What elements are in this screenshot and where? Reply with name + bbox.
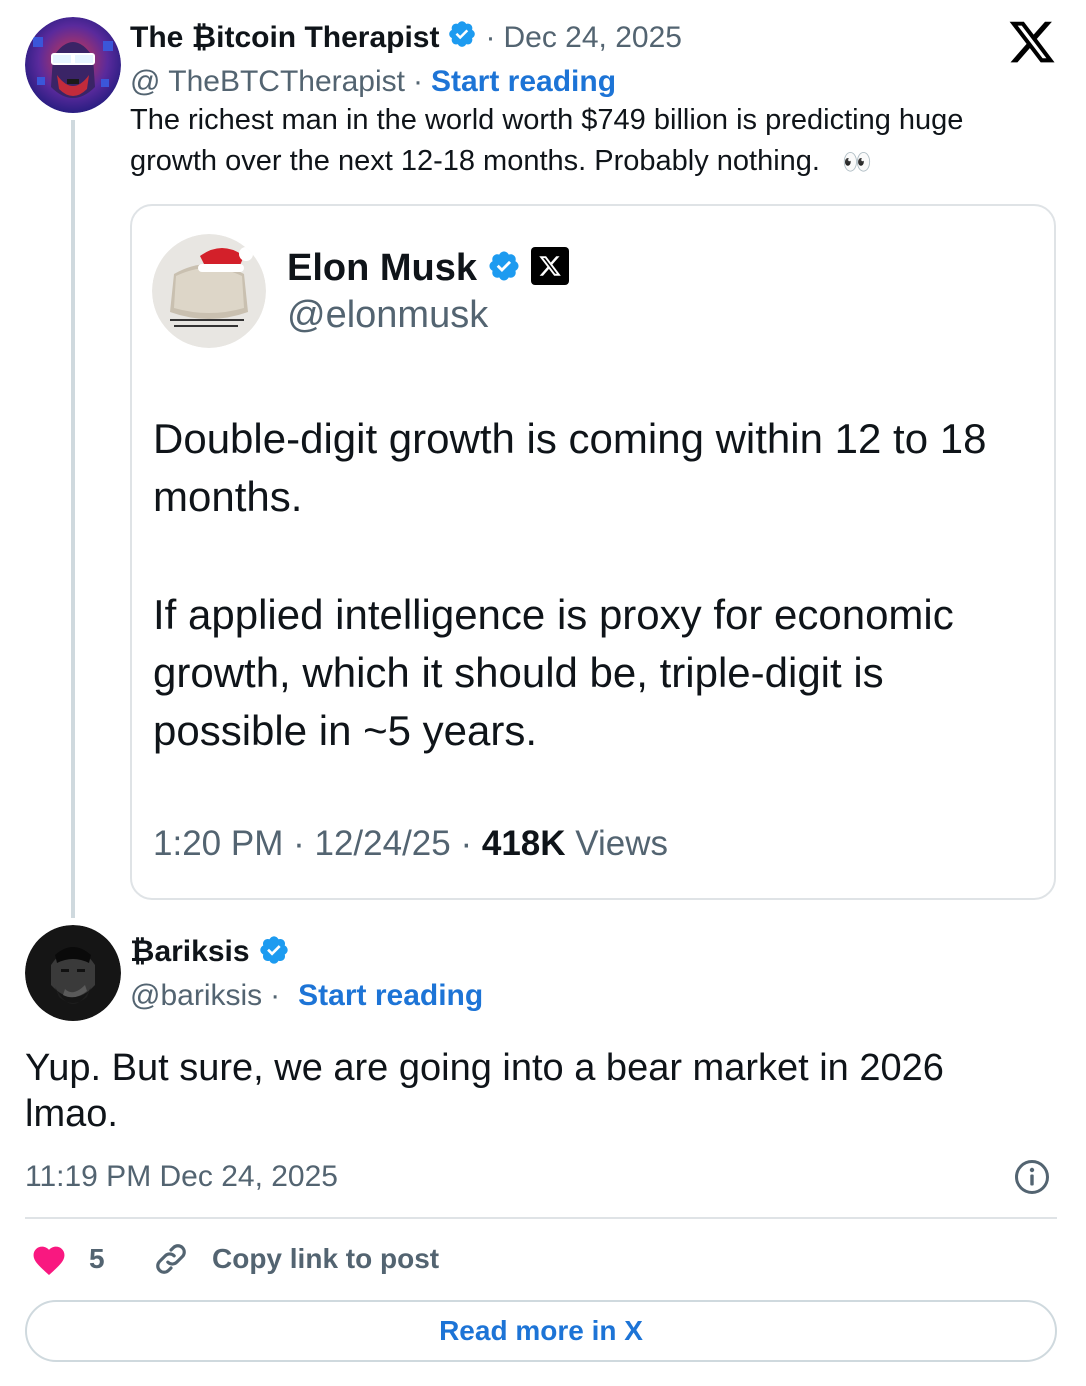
reply-author-handle[interactable]: @bariksis	[130, 979, 262, 1013]
parent-tweet-subheader: @ TheBTCTherapist · Start reading	[130, 62, 616, 102]
meta-separator: ·	[460, 824, 473, 863]
quoted-author-avatar[interactable]	[152, 234, 266, 348]
parent-author-avatar[interactable]	[25, 17, 121, 113]
verified-badge-icon	[487, 249, 521, 288]
copy-link-button[interactable]: Copy link to post	[212, 1243, 439, 1275]
divider	[25, 1217, 1057, 1219]
meta-separator: ·	[293, 824, 305, 863]
quoted-author-name[interactable]: Elon Musk	[287, 247, 477, 290]
quoted-tweet-paragraph-2: If applied intelligence is proxy for eco…	[153, 591, 954, 754]
parent-tweet-header: The ₿itcoin Therapist · Dec 24, 2025	[130, 18, 682, 58]
quoted-name-row: Elon Musk	[287, 245, 570, 291]
header-separator: ·	[485, 21, 496, 54]
parent-author-name[interactable]: The ₿itcoin Therapist	[130, 21, 439, 55]
parent-author-handle[interactable]: @ TheBTCTherapist	[130, 65, 405, 99]
heart-icon[interactable]	[30, 1242, 68, 1276]
info-icon[interactable]	[1014, 1159, 1050, 1195]
quoted-author-handle[interactable]: @elonmusk	[287, 294, 488, 337]
quoted-tweet-time: 1:20 PM	[153, 824, 284, 863]
parent-tweet-date[interactable]: Dec 24, 2025	[503, 21, 681, 55]
quoted-tweet-date: 12/24/25	[314, 824, 451, 863]
quoted-tweet-card[interactable]	[130, 204, 1056, 900]
reply-author-name[interactable]: ₿ariksis	[130, 935, 250, 969]
eyes-emoji: 👀	[842, 149, 872, 176]
read-more-button[interactable]: Read more in X	[25, 1300, 1057, 1362]
x-affiliate-badge-icon	[531, 246, 570, 290]
parent-tweet-body: The richest man in the world worth $749 …	[130, 104, 964, 177]
reply-author-avatar[interactable]	[25, 925, 121, 1021]
quoted-tweet-meta: 1:20 PM · 12/24/25 · 418K Views	[153, 824, 668, 864]
reply-subheader: @bariksis · Start reading	[130, 976, 483, 1016]
verified-badge-icon	[258, 934, 290, 971]
like-count: 5	[89, 1243, 105, 1274]
views-count: 418K	[481, 824, 566, 863]
handle-separator: ·	[270, 979, 281, 1012]
reply-timestamp[interactable]: 11:19 PM Dec 24, 2025	[25, 1160, 338, 1194]
verified-badge-icon	[447, 19, 477, 57]
x-logo-icon[interactable]	[1007, 17, 1057, 67]
link-icon[interactable]	[152, 1240, 190, 1278]
thread-line	[71, 120, 75, 918]
parent-start-reading-link[interactable]: Start reading	[431, 65, 616, 99]
views-label: Views	[575, 824, 668, 863]
parent-tweet-text: The richest man in the world worth $749 …	[130, 100, 1050, 183]
handle-separator: ·	[413, 65, 423, 98]
quoted-tweet-paragraph-1: Double-digit growth is coming within 12 …	[153, 415, 987, 520]
reply-start-reading-link[interactable]: Start reading	[298, 979, 483, 1013]
reply-name-row: ₿ariksis	[130, 932, 290, 972]
reply-tweet-text: Yup. But sure, we are going into a bear …	[25, 1047, 944, 1135]
